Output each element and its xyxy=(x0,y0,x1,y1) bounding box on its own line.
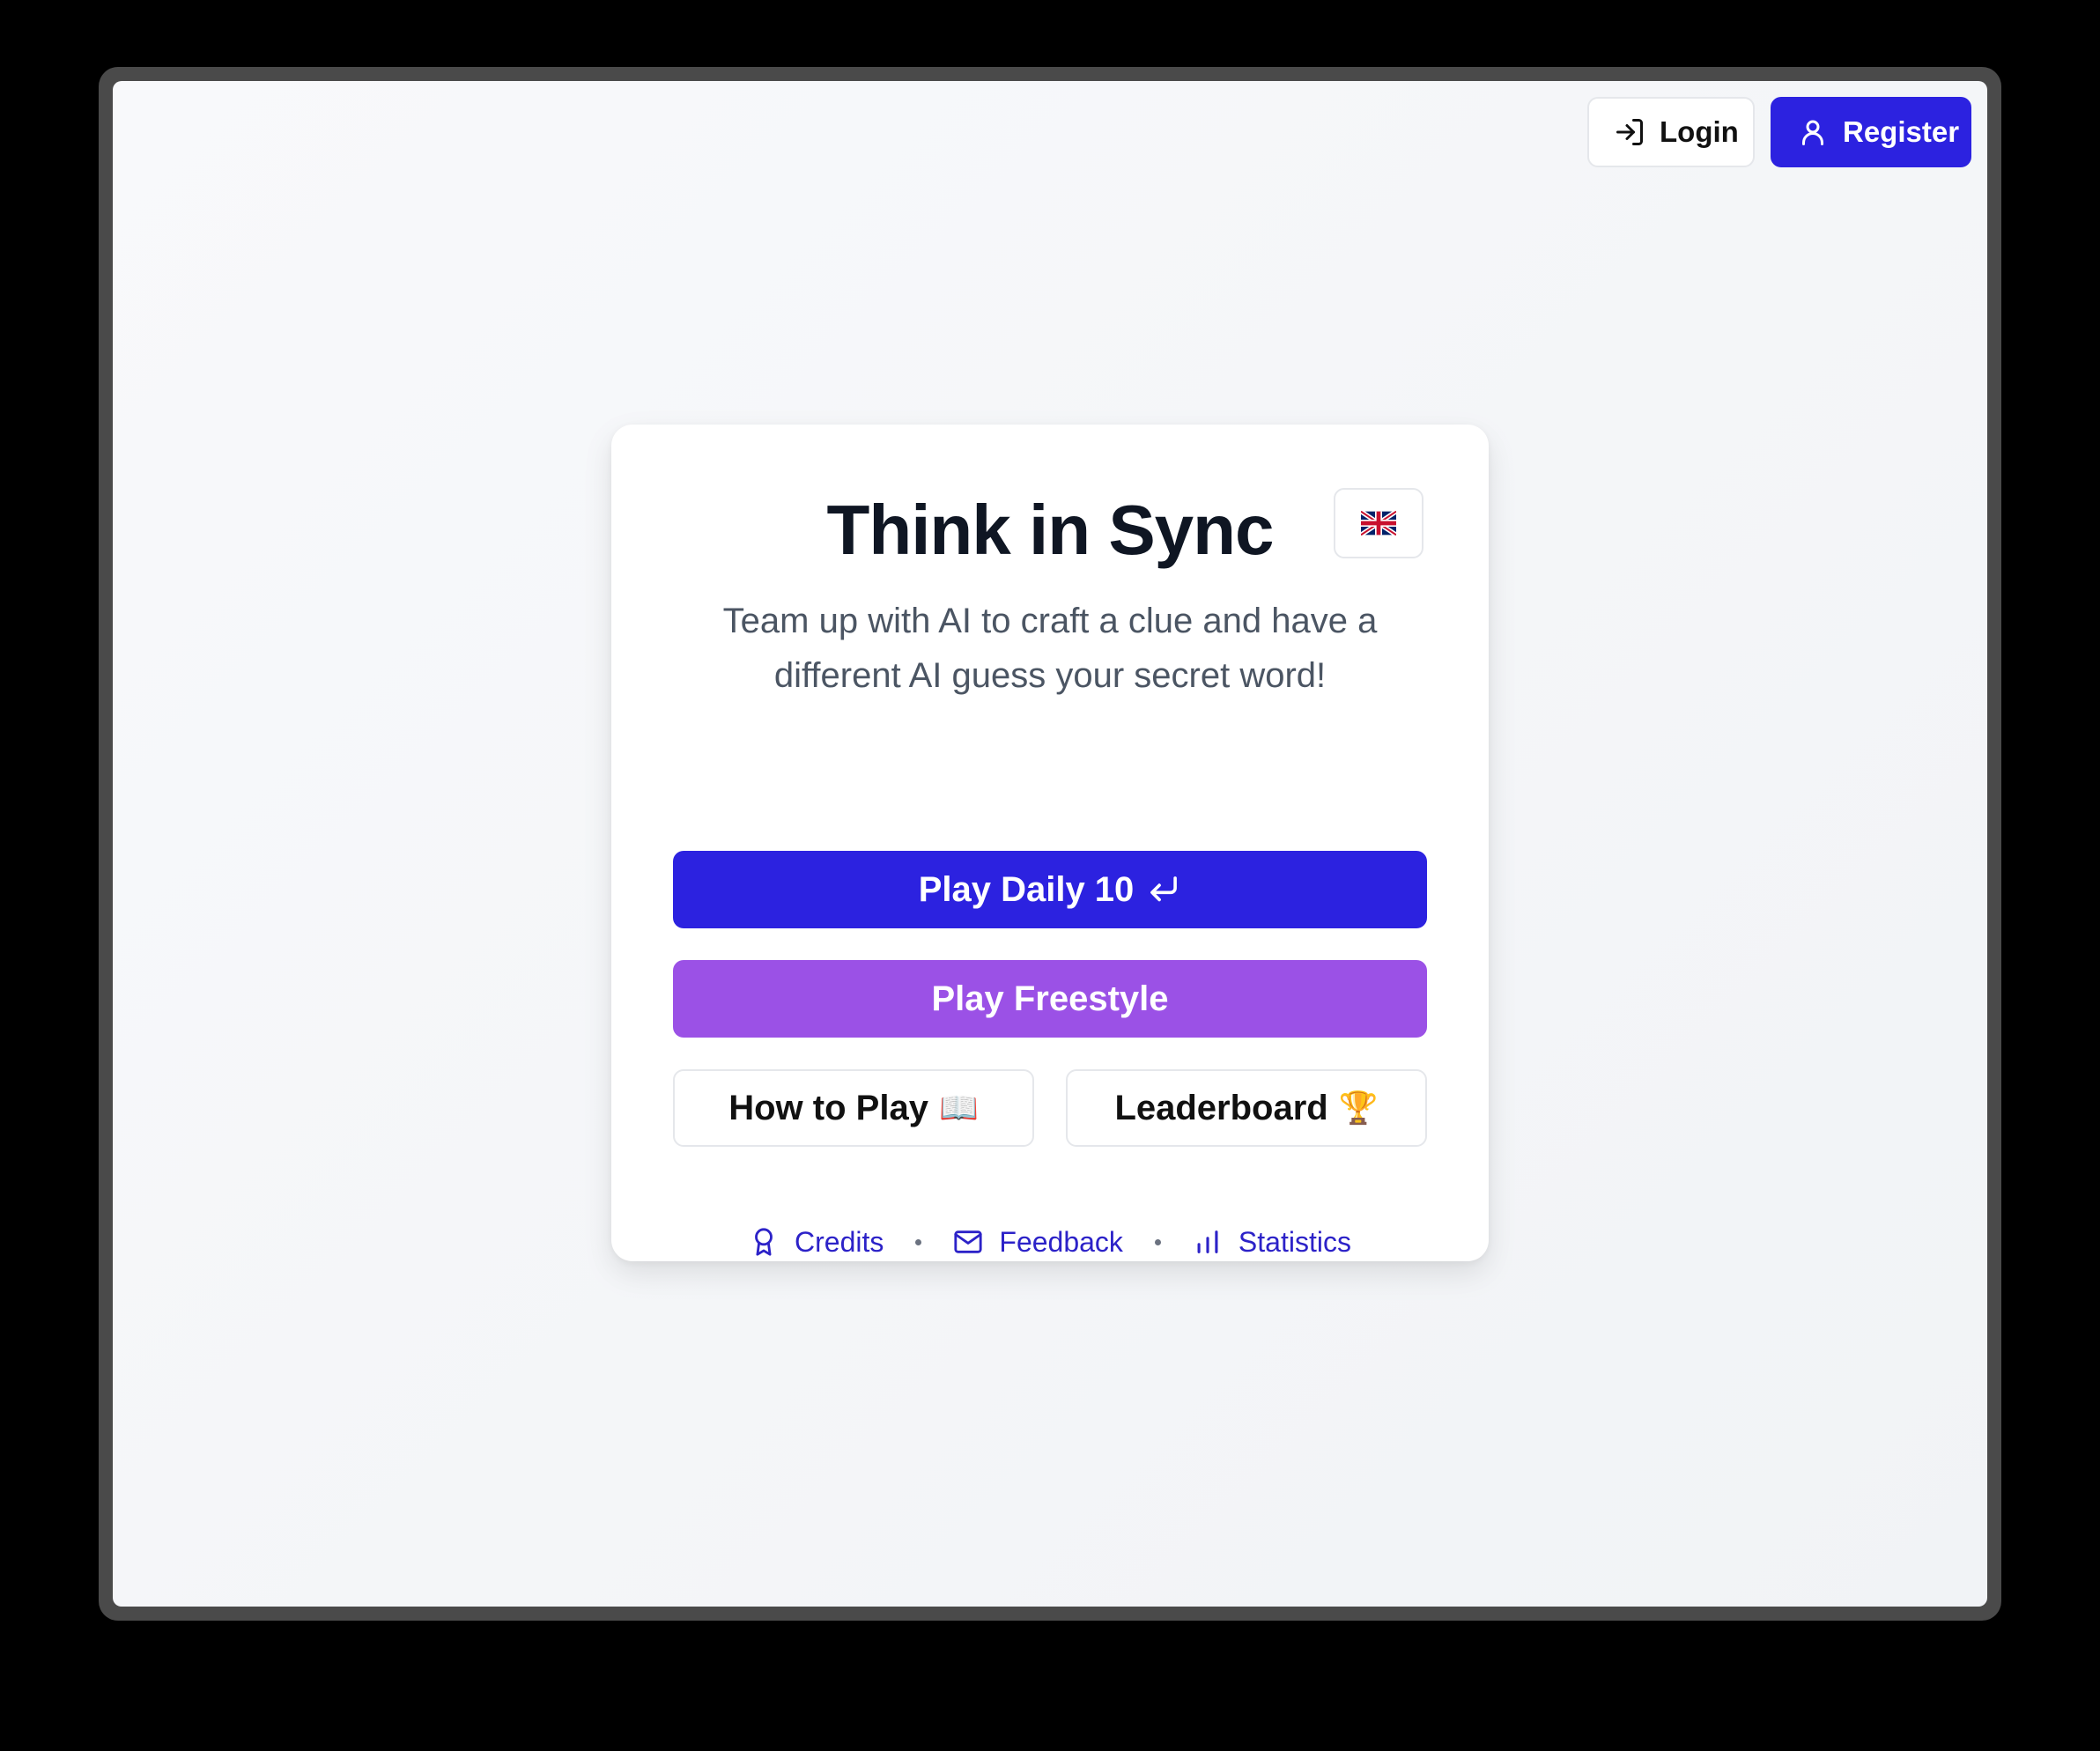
login-button[interactable]: Login xyxy=(1587,97,1755,167)
trophy-icon: 🏆 xyxy=(1338,1090,1379,1127)
separator-dot xyxy=(1154,1238,1161,1245)
leaderboard-label: Leaderboard xyxy=(1114,1088,1328,1127)
how-to-play-button[interactable]: How to Play 📖 xyxy=(673,1069,1034,1147)
main-card: Think in Sync Team up with AI to craft a… xyxy=(611,425,1489,1261)
credits-link[interactable]: Credits xyxy=(749,1226,884,1259)
uk-flag-icon xyxy=(1361,511,1396,536)
credits-label: Credits xyxy=(795,1225,884,1258)
footer-links: Credits Feedback Statistics xyxy=(611,1224,1489,1260)
user-icon xyxy=(1802,120,1823,145)
browser-viewport: Login Register Think in Sync Team up wit… xyxy=(113,81,1987,1607)
subtitle: Team up with AI to craft a clue and have… xyxy=(722,602,1378,695)
play-daily-button[interactable]: Play Daily 10 xyxy=(673,851,1427,928)
mail-icon xyxy=(954,1230,982,1253)
login-icon xyxy=(1616,119,1643,145)
register-label: Register xyxy=(1843,115,1960,148)
statistics-link[interactable]: Statistics xyxy=(1193,1226,1351,1259)
auth-buttons: Login Register xyxy=(1587,97,1971,167)
feedback-link[interactable]: Feedback xyxy=(953,1226,1123,1259)
award-icon xyxy=(755,1228,773,1256)
play-daily-label: Play Daily 10 xyxy=(918,869,1135,909)
play-freestyle-button[interactable]: Play Freestyle xyxy=(673,960,1427,1038)
leaderboard-button[interactable]: Leaderboard 🏆 xyxy=(1066,1069,1427,1147)
register-button[interactable]: Register xyxy=(1771,97,1971,167)
language-selector-button[interactable] xyxy=(1334,488,1423,558)
separator-dot xyxy=(915,1238,922,1245)
statistics-label: Statistics xyxy=(1238,1225,1351,1258)
login-label: Login xyxy=(1660,115,1739,148)
feedback-label: Feedback xyxy=(999,1225,1123,1258)
enter-key-icon xyxy=(1150,876,1178,902)
play-freestyle-label: Play Freestyle xyxy=(931,979,1169,1018)
bar-chart-icon xyxy=(1197,1230,1218,1253)
book-icon: 📖 xyxy=(938,1090,979,1127)
how-to-play-label: How to Play xyxy=(728,1088,928,1127)
